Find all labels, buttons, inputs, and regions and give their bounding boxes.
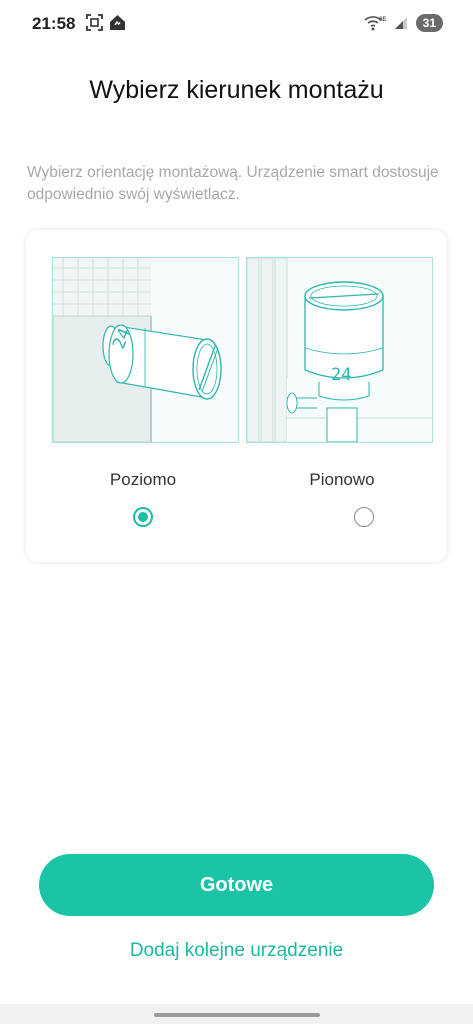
add-another-device-link[interactable]: Dodaj kolejne urządzenie xyxy=(0,940,473,962)
battery-indicator: 31 xyxy=(415,14,443,32)
status-bar: 21:58 6E 31 xyxy=(0,0,473,46)
svg-text:6E: 6E xyxy=(379,17,386,23)
option-horizontal[interactable]: 24 Poziomo xyxy=(26,230,239,562)
vertical-display-value: 24 xyxy=(331,365,351,385)
home-indicator[interactable] xyxy=(154,1013,320,1017)
status-time: 21:58 xyxy=(32,14,76,33)
orientation-card: 24 Poziomo 24 Pionowo xyxy=(26,230,447,562)
signal-icon xyxy=(394,17,407,29)
horizontal-mount-illustration: 24 xyxy=(52,257,239,443)
system-nav-bar xyxy=(0,1004,473,1024)
wifi-6e-icon: 6E xyxy=(364,16,386,31)
option-horizontal-label: Poziomo xyxy=(109,470,177,489)
option-vertical[interactable]: 24 Pionowo xyxy=(237,230,447,562)
home-app-icon xyxy=(110,15,125,30)
vertical-mount-illustration: 24 xyxy=(246,257,433,443)
page-subtitle: Wybierz orientację montażową. Urządzenie… xyxy=(27,164,439,203)
done-button[interactable]: Gotowe xyxy=(39,854,434,916)
screenshot-icon xyxy=(86,14,103,31)
radio-horizontal[interactable] xyxy=(133,507,153,527)
option-vertical-label: Pionowo xyxy=(309,470,375,489)
page-title: Wybierz kierunek montażu xyxy=(89,76,384,104)
radio-vertical[interactable] xyxy=(354,507,374,527)
